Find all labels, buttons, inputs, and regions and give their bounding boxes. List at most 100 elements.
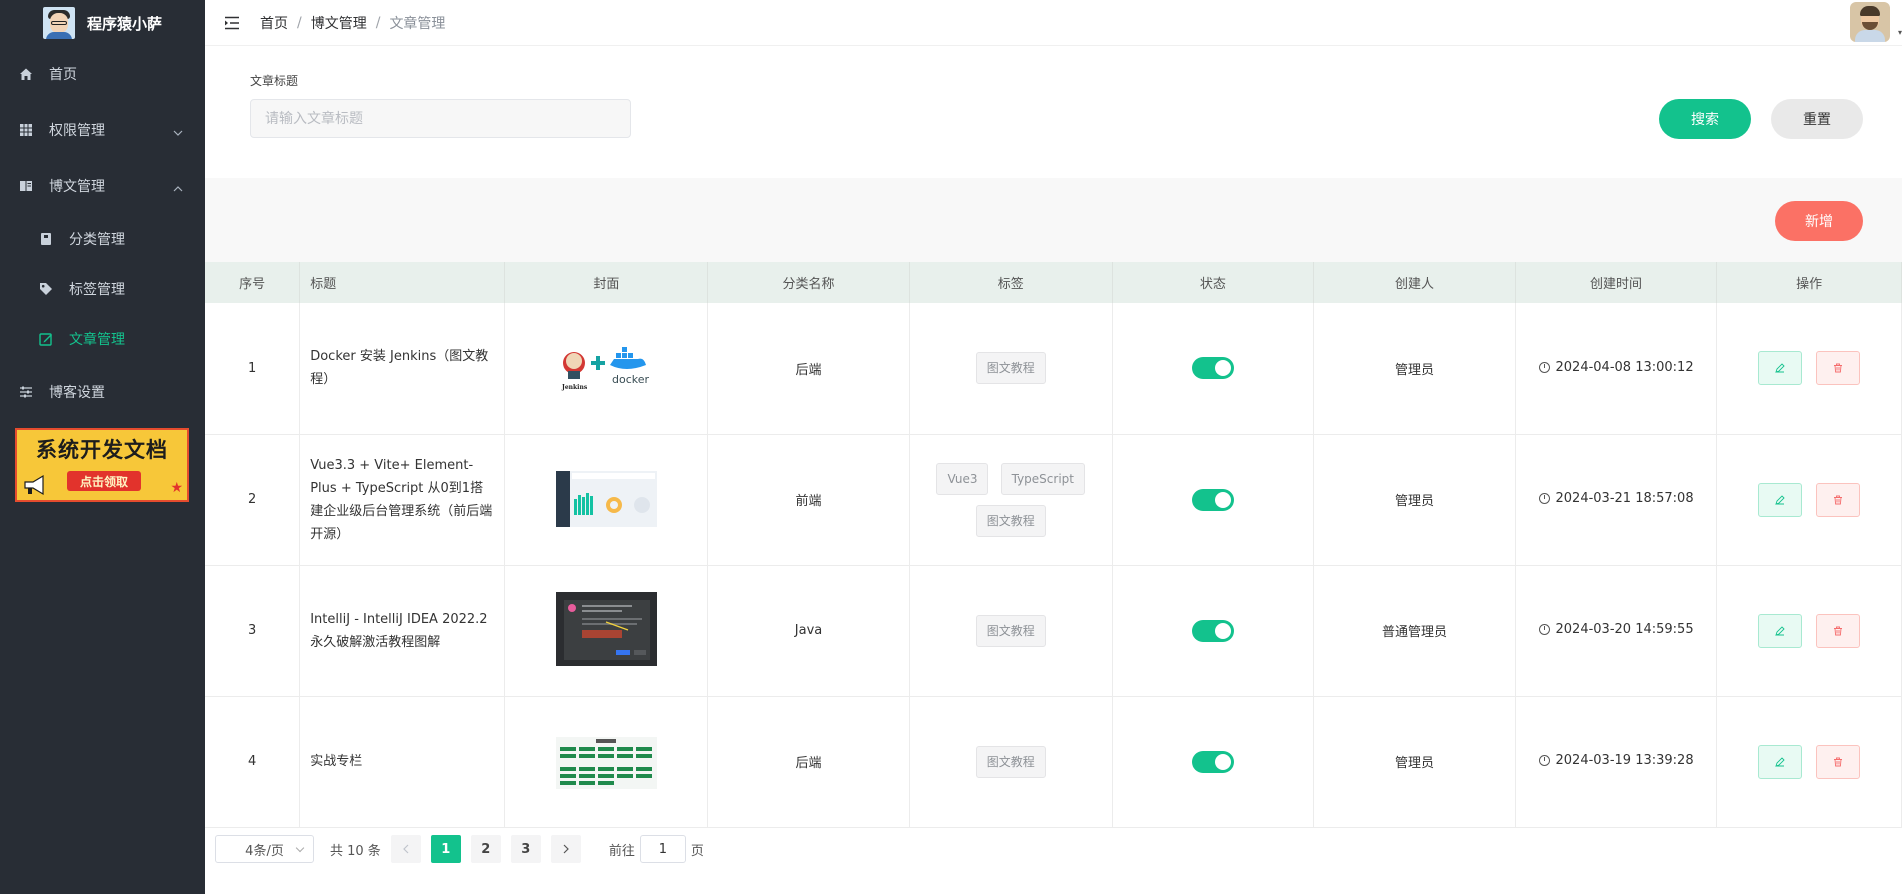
- sidebar-item-articles[interactable]: 文章管理: [0, 314, 205, 364]
- main-content: 首页 / 博文管理 / 文章管理 ▾ 文章标题 搜索 重置 新增: [205, 0, 1902, 894]
- search-label: 文章标题: [250, 74, 299, 88]
- breadcrumb-separator: /: [375, 14, 381, 31]
- row-cover-cell: [504, 565, 709, 697]
- row-tags: 图文教程: [909, 303, 1113, 435]
- sidebar-item-categories[interactable]: 分类管理: [0, 214, 205, 264]
- delete-button[interactable]: [1816, 482, 1861, 517]
- tag-badge: TypeScript: [1000, 462, 1085, 495]
- page-size-select[interactable]: 4条/页: [215, 835, 314, 863]
- sidebar-item-label: 博文管理: [49, 179, 105, 195]
- row-status: [1112, 303, 1315, 435]
- sidebar-item-label: 首页: [49, 67, 77, 83]
- row-category: 后端: [707, 303, 910, 435]
- column-header: 序号: [205, 262, 301, 303]
- user-avatar[interactable]: [1850, 2, 1890, 42]
- column-header: 标签: [909, 262, 1113, 303]
- row-title: IntelliJ - IntelliJ IDEA 2022.2 永久破解激活教程…: [299, 565, 506, 697]
- trash-icon: [1834, 757, 1843, 766]
- tag-badge: Vue3: [936, 462, 989, 495]
- megaphone-icon: [24, 474, 44, 496]
- row-cover-cell: [504, 434, 709, 566]
- goto-suffix: 页: [690, 843, 704, 859]
- goto-page-input[interactable]: [639, 835, 686, 863]
- pencil-icon: [1775, 625, 1785, 636]
- status-toggle[interactable]: [1191, 750, 1234, 773]
- sidebar-item-label: 权限管理: [49, 123, 105, 139]
- search-input[interactable]: [250, 99, 631, 138]
- row-cover-cell: [504, 696, 709, 828]
- chevron-down-icon: [295, 843, 305, 853]
- menu-toggle-icon[interactable]: [222, 13, 242, 33]
- sidebar-item-label: 标签管理: [69, 282, 125, 298]
- table-toolbar: 新增: [205, 178, 1902, 262]
- delete-button[interactable]: [1816, 351, 1861, 386]
- tag-badge: 图文教程: [975, 504, 1046, 537]
- page-button[interactable]: 2: [470, 835, 501, 863]
- chevron-down-icon: [173, 130, 183, 141]
- caret-down-icon[interactable]: ▾: [1898, 28, 1902, 37]
- sidebar-item-home[interactable]: 首页: [0, 46, 205, 102]
- promo-claim-button[interactable]: 点击领取: [67, 471, 141, 491]
- edit-button[interactable]: [1758, 744, 1803, 779]
- folder-icon: [39, 232, 53, 246]
- table-row: 4 实战专栏 后端 图文教程 管理员 2024-03-19 13:39:28: [205, 696, 1902, 828]
- breadcrumb-blog[interactable]: 博文管理: [311, 13, 367, 33]
- delete-button[interactable]: [1816, 613, 1861, 648]
- brand-avatar: [42, 7, 75, 39]
- status-toggle[interactable]: [1191, 619, 1234, 642]
- topbar: 首页 / 博文管理 / 文章管理 ▾: [205, 0, 1902, 46]
- row-creator: 管理员: [1313, 303, 1516, 435]
- edit-button[interactable]: [1758, 351, 1803, 386]
- row-tags: 图文教程: [909, 565, 1113, 697]
- sliders-icon: [19, 385, 33, 399]
- row-created: 2024-03-20 14:59:55: [1555, 622, 1694, 637]
- next-page-button[interactable]: [550, 835, 581, 863]
- trash-icon: [1834, 626, 1843, 635]
- sidebar-item-permissions[interactable]: 权限管理: [0, 102, 205, 158]
- status-toggle[interactable]: [1191, 357, 1234, 380]
- breadcrumb-home[interactable]: 首页: [260, 13, 288, 33]
- pencil-icon: [1775, 363, 1785, 373]
- column-header: 标题: [299, 262, 506, 303]
- tag-badge: 图文教程: [975, 352, 1046, 385]
- chevron-up-icon: [173, 186, 183, 197]
- page-button[interactable]: 3: [510, 835, 541, 863]
- sidebar-item-label: 博客设置: [49, 385, 105, 401]
- row-title: 实战专栏: [299, 696, 506, 828]
- row-actions: [1716, 696, 1902, 828]
- prev-page-button[interactable]: [390, 835, 421, 863]
- book-icon: [19, 179, 33, 193]
- row-index: 1: [205, 303, 301, 435]
- total-count: 共 10 条: [330, 843, 381, 859]
- cover-image-column-grid: [555, 723, 657, 797]
- row-category: 前端: [707, 434, 910, 566]
- page-button[interactable]: 1: [430, 835, 461, 863]
- breadcrumb-current: 文章管理: [389, 15, 446, 32]
- sidebar-item-settings[interactable]: 博客设置: [0, 364, 205, 420]
- goto-prefix: 前往: [608, 843, 635, 859]
- pencil-icon: [1775, 756, 1785, 767]
- pencil-icon: [1775, 494, 1785, 505]
- add-button[interactable]: 新增: [1775, 201, 1863, 241]
- row-created: 2024-03-19 13:39:28: [1555, 753, 1694, 768]
- row-tags: Vue3 TypeScript 图文教程: [909, 434, 1113, 566]
- row-index: 3: [205, 565, 301, 697]
- home-icon: [19, 67, 33, 81]
- table-header: 序号 标题 封面 分类名称 标签 状态 创建人 创建时间 操作: [205, 262, 1902, 303]
- promo-banner[interactable]: 系统开发文档 点击领取 ★: [15, 428, 189, 502]
- delete-button[interactable]: [1816, 744, 1861, 779]
- row-created: 2024-04-08 13:00:12: [1555, 359, 1694, 375]
- status-toggle[interactable]: [1191, 488, 1234, 511]
- edit-button[interactable]: [1758, 482, 1803, 517]
- reset-button[interactable]: 重置: [1771, 99, 1863, 139]
- grid-icon: [19, 123, 33, 137]
- sidebar-item-blog[interactable]: 博文管理: [0, 158, 205, 214]
- row-status: [1112, 434, 1315, 566]
- clock-icon: [1538, 361, 1550, 373]
- sidebar-item-tags[interactable]: 标签管理: [0, 264, 205, 314]
- row-index: 4: [205, 696, 301, 828]
- edit-button[interactable]: [1758, 613, 1803, 648]
- search-button[interactable]: 搜索: [1659, 99, 1751, 139]
- row-created-cell: 2024-03-20 14:59:55: [1515, 565, 1718, 697]
- row-created-cell: 2024-04-08 13:00:12: [1515, 303, 1718, 435]
